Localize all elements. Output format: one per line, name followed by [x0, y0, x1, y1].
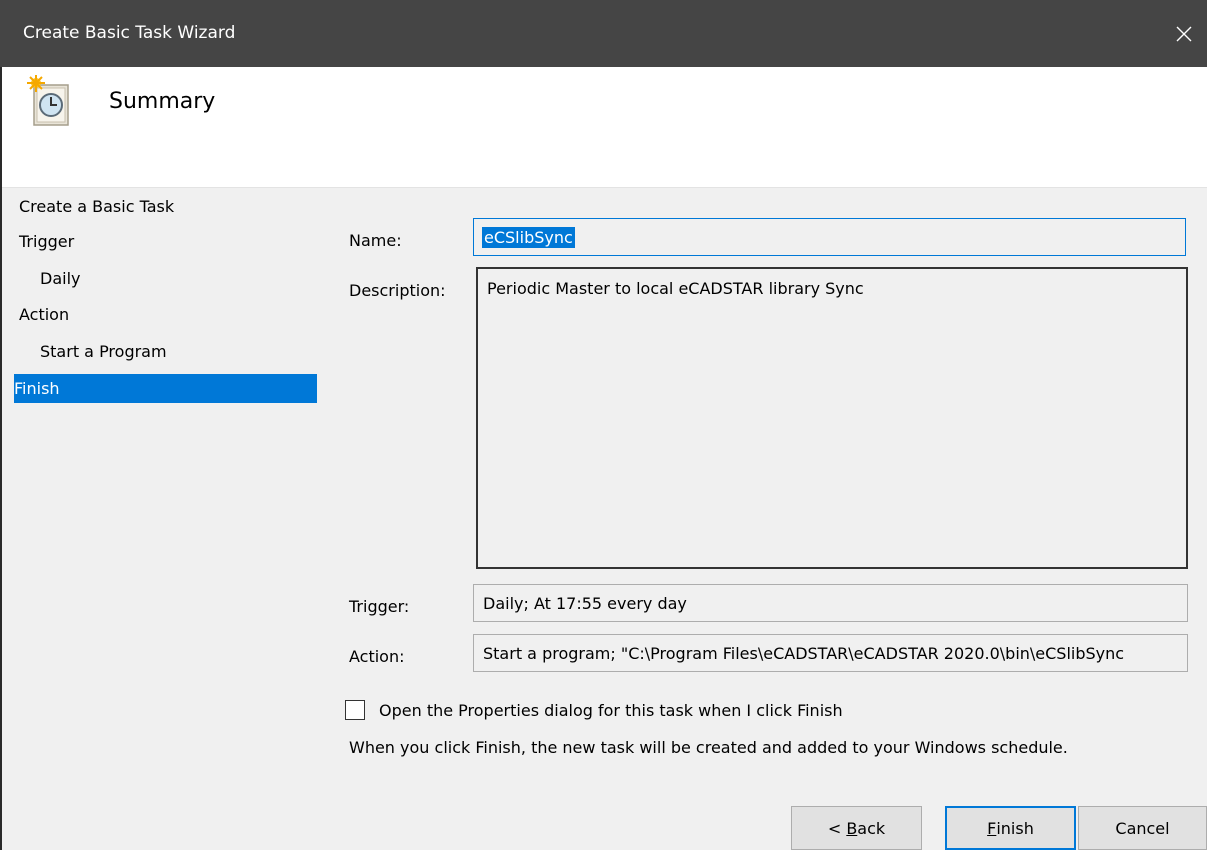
step-label: Action — [19, 305, 70, 324]
description-label: Description: — [349, 281, 446, 300]
back-button[interactable]: < Back — [791, 806, 922, 850]
name-value: eCSlibSync — [482, 227, 575, 248]
trigger-value: Daily; At 17:55 every day — [483, 594, 687, 613]
step-trigger[interactable]: Trigger — [14, 227, 317, 256]
finish-mnemonic: F — [987, 818, 997, 838]
name-field[interactable]: eCSlibSync — [473, 218, 1186, 256]
wizard-header: Summary — [2, 67, 1207, 187]
open-properties-label[interactable]: Open the Properties dialog for this task… — [379, 701, 843, 720]
step-finish[interactable]: Finish — [14, 374, 317, 403]
trigger-field: Daily; At 17:55 every day — [473, 584, 1188, 622]
step-start-a-program[interactable]: Start a Program — [14, 337, 317, 366]
task-clock-icon — [27, 75, 69, 126]
step-label: Create a Basic Task — [19, 197, 175, 216]
close-icon — [1176, 26, 1192, 41]
step-label: Daily — [40, 269, 81, 288]
step-action[interactable]: Action — [14, 300, 317, 329]
back-prefix: < — [827, 818, 847, 838]
window-title: Create Basic Task Wizard — [23, 23, 236, 43]
step-label: Start a Program — [40, 342, 167, 361]
action-value: Start a program; "C:\Program Files\eCADS… — [483, 644, 1125, 663]
action-label: Action: — [349, 647, 405, 666]
back-rest: ack — [857, 818, 886, 838]
title-bar: Create Basic Task Wizard — [0, 0, 1207, 67]
step-daily[interactable]: Daily — [14, 264, 317, 293]
back-mnemonic: B — [846, 818, 858, 838]
finish-button[interactable]: Finish — [945, 806, 1076, 850]
description-value: Periodic Master to local eCADSTAR librar… — [487, 279, 864, 298]
open-properties-checkbox[interactable] — [345, 700, 365, 720]
description-field[interactable]: Periodic Master to local eCADSTAR librar… — [476, 267, 1188, 569]
step-label: Finish — [14, 379, 60, 398]
header-divider — [2, 187, 1207, 188]
page-title: Summary — [109, 89, 216, 114]
cancel-label: Cancel — [1115, 818, 1170, 838]
action-field: Start a program; "C:\Program Files\eCADS… — [473, 634, 1188, 672]
info-text: When you click Finish, the new task will… — [349, 738, 1068, 757]
step-create-basic-task[interactable]: Create a Basic Task — [14, 192, 317, 221]
name-label: Name: — [349, 231, 402, 250]
step-label: Trigger — [19, 232, 75, 251]
cancel-button[interactable]: Cancel — [1078, 806, 1207, 850]
trigger-label: Trigger: — [349, 597, 410, 616]
close-button[interactable] — [1161, 0, 1207, 67]
finish-rest: inish — [996, 818, 1034, 838]
